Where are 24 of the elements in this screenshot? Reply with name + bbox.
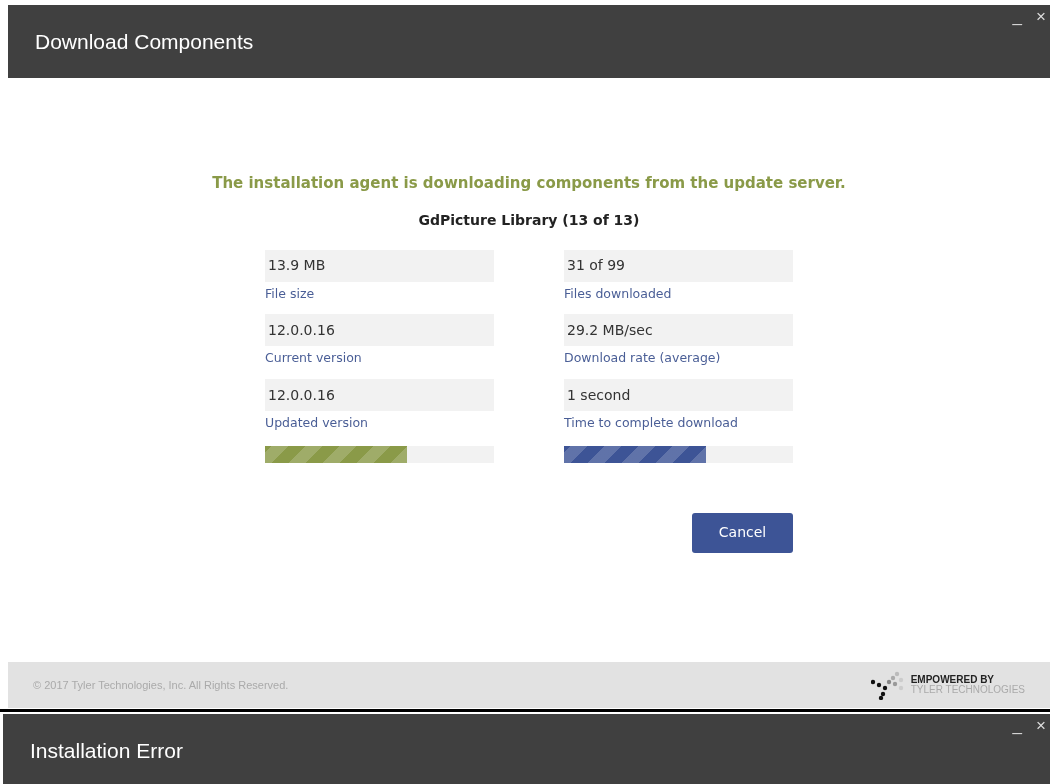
field-label: Download rate (average) (564, 349, 722, 368)
minimize-button[interactable]: _ (1012, 717, 1023, 734)
status-message: The installation agent is downloading components from the update server. (212, 173, 846, 194)
field-value: 12.0.0.16 (265, 379, 494, 411)
window-title: Installation Error (29, 737, 183, 764)
brand-text: TYLER TECHNOLOGIES (910, 685, 1025, 696)
window-title: Download Components (34, 28, 254, 55)
field-label: Current version (265, 349, 363, 368)
close-button[interactable]: × (1036, 8, 1046, 25)
field-label: Files downloaded (564, 284, 673, 303)
component-name: GdPicture Library (13 of 13) (418, 210, 640, 230)
dots-logo-icon (870, 670, 905, 700)
field-value: 12.0.0.16 (265, 314, 494, 347)
field-label: File size (265, 284, 316, 303)
cancel-button[interactable]: Cancel (692, 512, 793, 553)
field-value: 13.9 MB (265, 249, 494, 282)
minimize-button[interactable]: _ (1012, 8, 1023, 25)
field-value: 31 of 99 (564, 249, 793, 282)
close-button[interactable]: × (1036, 717, 1046, 734)
field-label: Time to complete download (564, 414, 739, 432)
field-value: 1 second (564, 379, 793, 411)
field-label: Updated version (265, 414, 369, 432)
field-value: 29.2 MB/sec (564, 314, 793, 347)
brand-text: EMPOWERED BY (910, 674, 996, 685)
